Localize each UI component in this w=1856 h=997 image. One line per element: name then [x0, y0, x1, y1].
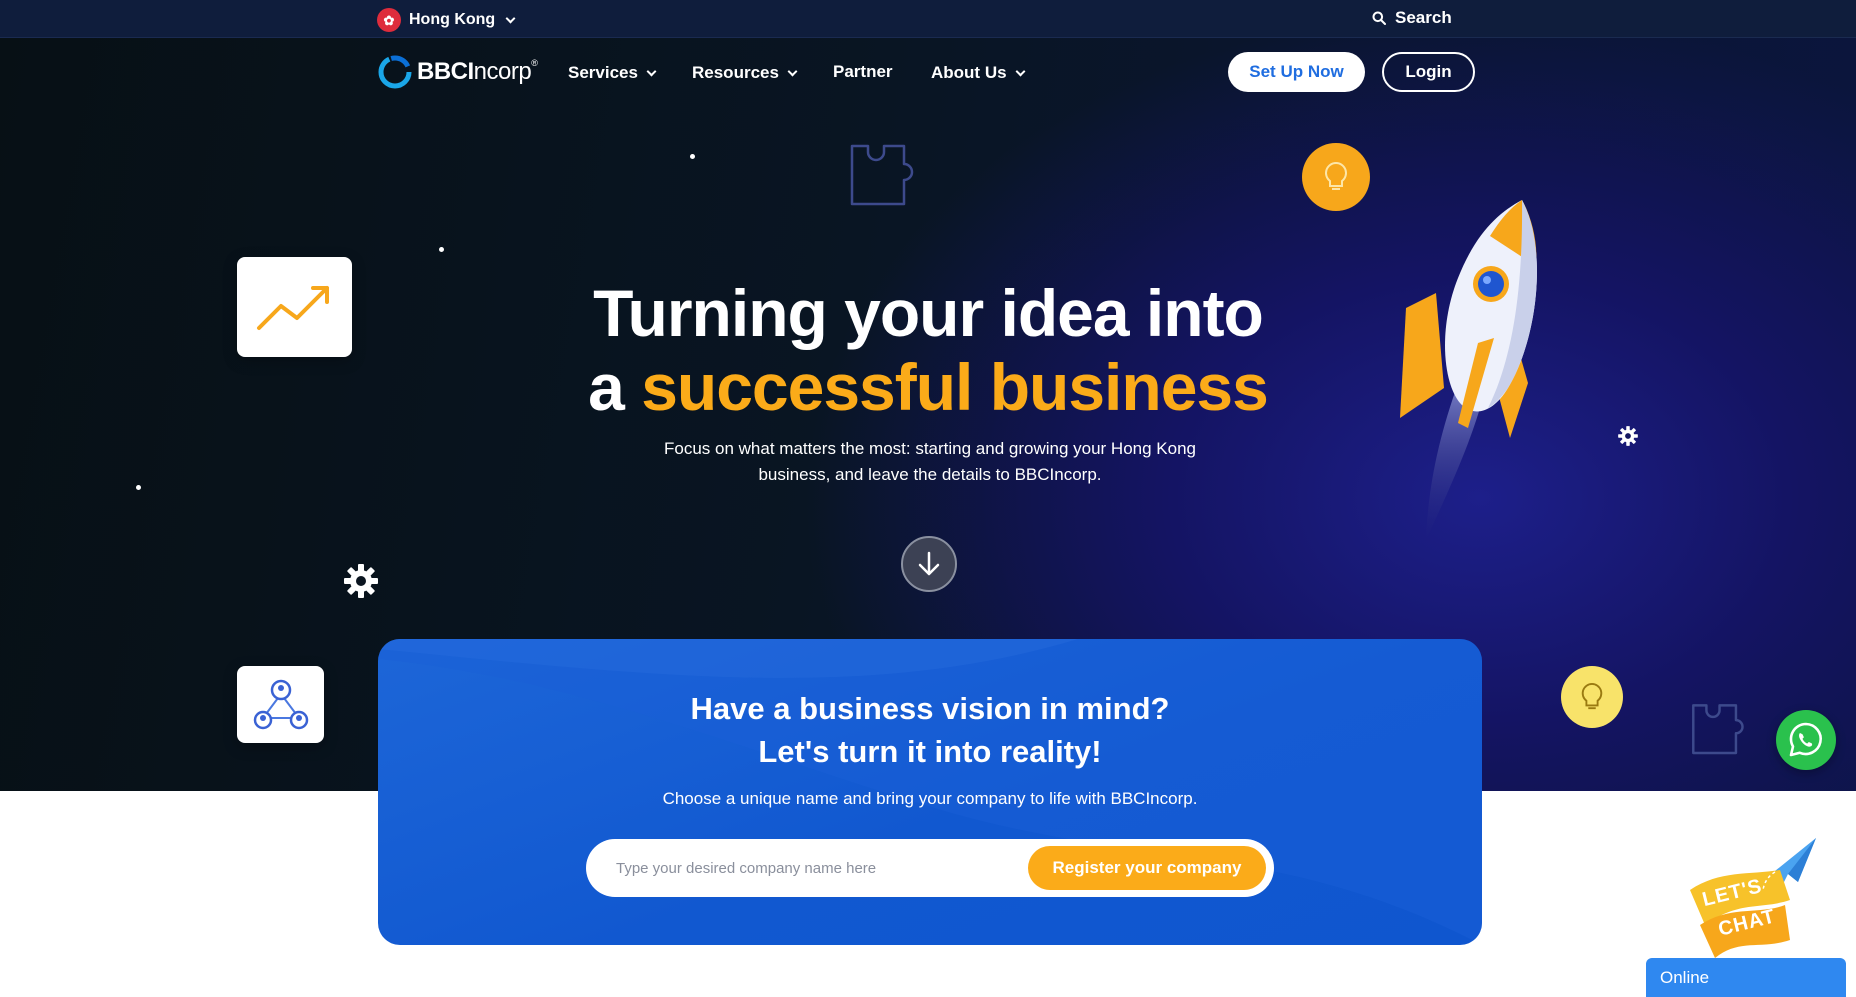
online-status-label: Online: [1660, 968, 1710, 987]
gear-icon: [1618, 426, 1638, 446]
headline-prefix: a: [588, 350, 642, 424]
search-button[interactable]: Search: [1372, 8, 1452, 28]
nav-partner[interactable]: Partner: [833, 62, 893, 82]
team-network-icon: [253, 679, 308, 729]
hero-headline: Turning your idea into a successful busi…: [0, 276, 1856, 424]
chevron-down-icon: [787, 66, 798, 76]
cta-subtitle: Choose a unique name and bring your comp…: [662, 789, 1198, 808]
cta-title-line1: Have a business vision in mind?: [690, 691, 1170, 726]
nav-resources[interactable]: Resources: [692, 63, 798, 83]
gear-icon: [344, 564, 378, 598]
hero-subtext: Focus on what matters the most: starting…: [664, 439, 1196, 484]
network-card: [237, 666, 324, 743]
region-selector[interactable]: ✿ Hong Kong: [377, 8, 516, 32]
lets-chat-badge[interactable]: LET'S CHAT: [1660, 830, 1820, 960]
online-chat-bar[interactable]: Online: [1646, 958, 1846, 997]
puzzle-piece-icon: [850, 144, 914, 206]
search-label: Search: [1395, 8, 1452, 27]
headline-highlight: successful business: [641, 350, 1269, 424]
company-name-cta: Have a business vision in mind? Let's tu…: [378, 639, 1482, 945]
logo-text: BBCIncorp®: [417, 58, 538, 85]
login-button[interactable]: Login: [1382, 52, 1475, 92]
headline-line1: Turning your idea into: [593, 276, 1264, 350]
company-name-input[interactable]: [616, 849, 1016, 887]
star-dot: [136, 485, 141, 490]
nav-partner-label: Partner: [833, 62, 893, 81]
lightbulb-icon: [1302, 143, 1370, 211]
star-dot: [439, 247, 444, 252]
nav-services[interactable]: Services: [568, 63, 657, 83]
nav-resources-label: Resources: [692, 63, 779, 82]
top-bar: ✿ Hong Kong Search: [0, 0, 1856, 38]
search-icon: [1372, 11, 1386, 25]
bbcincorp-logo[interactable]: BBCIncorp®: [377, 54, 538, 90]
scroll-down-button[interactable]: [901, 536, 957, 592]
nav-about-us[interactable]: About Us: [931, 63, 1025, 83]
lightbulb-icon: [1561, 666, 1623, 728]
company-name-form: Register your company: [586, 839, 1274, 897]
cta-title-line2: Let's turn it into reality!: [758, 734, 1102, 769]
chevron-down-icon: [505, 13, 516, 23]
main-nav: BBCIncorp® Services Resources Partner Ab…: [0, 38, 1856, 108]
chevron-down-icon: [646, 66, 657, 76]
whatsapp-button[interactable]: [1776, 710, 1836, 770]
chevron-down-icon: [1015, 66, 1025, 76]
hk-flag-icon: ✿: [377, 8, 401, 32]
set-up-now-button[interactable]: Set Up Now: [1228, 52, 1365, 92]
arrow-down-icon: [918, 551, 940, 576]
nav-services-label: Services: [568, 63, 638, 82]
cta-title: Have a business vision in mind? Let's tu…: [378, 687, 1482, 773]
logo-swirl-icon: [378, 55, 412, 89]
puzzle-piece-icon: [1692, 704, 1744, 755]
whatsapp-icon: [1789, 722, 1822, 757]
nav-about-us-label: About Us: [931, 63, 1007, 82]
register-company-button[interactable]: Register your company: [1028, 846, 1266, 890]
star-dot: [690, 154, 695, 159]
region-label: Hong Kong: [409, 11, 496, 28]
